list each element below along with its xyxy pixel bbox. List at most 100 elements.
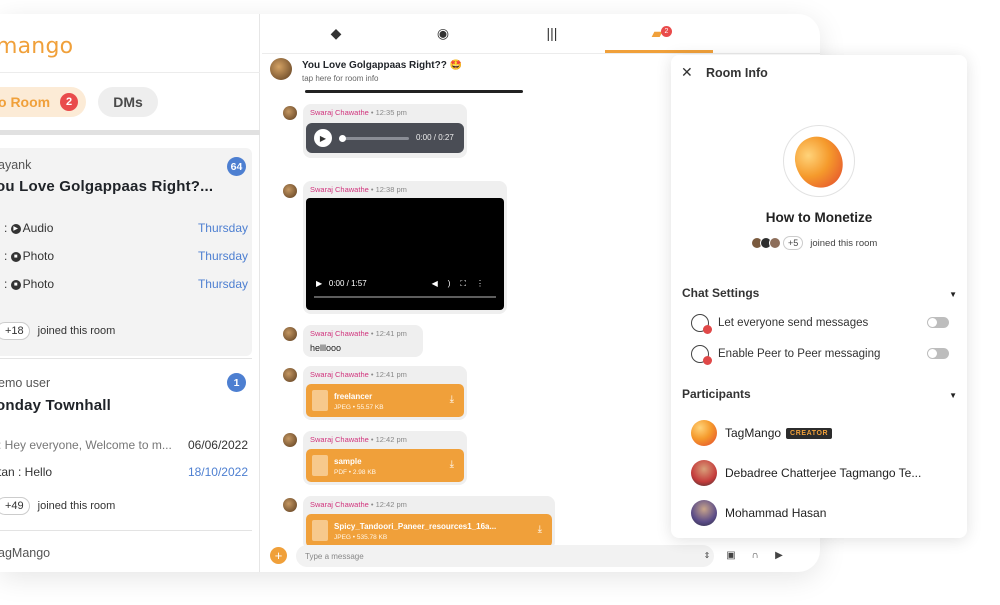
divider — [0, 72, 260, 73]
active-tab-indicator — [605, 50, 713, 53]
participant-name: Debadree Chatterjee Tagmango Te... — [725, 466, 922, 480]
message-time: 12:41 pm — [375, 329, 407, 338]
horizontal-scrollbar[interactable] — [0, 130, 260, 135]
tab-rooms-label: o Room — [0, 94, 51, 110]
activity-date: Thursday — [197, 249, 248, 263]
message-time: 12:38 pm — [375, 185, 407, 194]
video-controls[interactable]: ▶ 0:00 / 1:57 — [316, 279, 367, 288]
room-title: onday Townhall — [0, 397, 112, 414]
audio-player[interactable]: ▶ 0:00 / 0:27 — [306, 123, 464, 153]
image-icon[interactable]: ▣ — [724, 548, 738, 562]
room-card[interactable]: agMango — [0, 538, 252, 572]
video-progress[interactable] — [314, 296, 496, 298]
file-meta: JPEG • 535.78 KB — [334, 534, 388, 541]
brand-logo: mango — [0, 34, 74, 59]
joined-row: +49 joined this room — [0, 497, 115, 515]
activity-text: tan : Hello — [0, 465, 53, 479]
message-time: 12:42 pm — [375, 500, 407, 509]
layers-icon[interactable]: ◆ — [327, 24, 345, 42]
scroll-arrows-icon[interactable]: ⇕ — [700, 548, 714, 562]
room-activity-row: j : ▶Audio Thursday — [0, 221, 248, 235]
video-icon[interactable]: ▶ — [772, 548, 786, 562]
activity-type: Photo — [22, 249, 55, 263]
participant-row[interactable]: Mohammad Hasan — [691, 500, 826, 526]
room-title: ou Love Golgappaas Right?... — [0, 178, 214, 195]
file-icon — [312, 455, 328, 476]
message-meta: Swaraj Chawathe • 12:41 pm — [310, 370, 407, 379]
file-name: freelancer — [334, 392, 373, 401]
sender-avatar — [283, 327, 297, 341]
play-icon: ▶ — [10, 223, 21, 234]
room-card[interactable]: ayank 64 ou Love Golgappaas Right?... j … — [0, 148, 252, 356]
toggle-switch[interactable] — [927, 348, 949, 359]
audio-time: 0:00 / 0:27 — [416, 133, 454, 142]
message-bubble: Swaraj Chawathe • 12:41 pm helllooo — [303, 325, 423, 357]
tab-dms[interactable]: DMs — [98, 87, 158, 117]
caret-down-icon[interactable]: ▼ — [949, 290, 957, 299]
toggle-switch[interactable] — [927, 317, 949, 328]
tab-rooms[interactable]: o Room 2 — [0, 87, 86, 117]
joined-row: +18 joined this room — [0, 322, 115, 340]
download-icon[interactable]: ⤓ — [450, 394, 454, 405]
file-icon — [312, 390, 328, 411]
notification-badge: 2 — [661, 26, 672, 37]
volume-fullscreen-menu-icons[interactable]: ◀)⛶⋮ — [432, 279, 494, 289]
audio-knob[interactable] — [339, 135, 346, 142]
chat-restrict-icon — [691, 345, 712, 365]
download-icon[interactable]: ⤓ — [450, 459, 454, 470]
room-last-sender: emo user — [0, 376, 51, 390]
message-bubble: Swaraj Chawathe • 12:42 pm sample PDF • … — [303, 431, 467, 485]
compass-icon[interactable]: ◉ — [434, 24, 452, 42]
joined-text: joined this room — [37, 325, 116, 337]
unread-badge: 1 — [227, 373, 246, 392]
video-player[interactable]: ▶ 0:00 / 1:57 ◀)⛶⋮ — [306, 198, 504, 310]
participant-row[interactable]: TagMango CREATOR — [691, 420, 833, 446]
sender-name: Swaraj Chawathe — [310, 500, 369, 509]
message-time: 12:41 pm — [375, 370, 407, 379]
download-icon[interactable]: ⤓ — [538, 524, 542, 535]
sender-avatar — [283, 498, 297, 512]
activity-date: Thursday — [197, 277, 248, 291]
message-time: 12:42 pm — [375, 435, 407, 444]
setting-label: Let everyone send messages — [718, 317, 869, 329]
sender-avatar — [283, 368, 297, 382]
activity-sender: j : — [0, 221, 8, 235]
participant-row[interactable]: Debadree Chatterjee Tagmango Te... — [691, 460, 921, 486]
room-card[interactable]: emo user 1 onday Townhall : Hey everyone… — [0, 366, 252, 526]
participant-name: TagMango — [725, 426, 782, 440]
library-icon[interactable]: ||| — [541, 24, 563, 42]
play-icon[interactable]: ▶ — [314, 129, 332, 147]
headphones-icon[interactable]: ∩ — [748, 548, 762, 562]
chat-settings-title[interactable]: Chat Settings — [682, 286, 759, 300]
file-attachment[interactable]: freelancer JPEG • 55.57 KB ⤓ — [306, 384, 464, 417]
room-name: How to Monetize — [765, 210, 873, 225]
message-meta: Swaraj Chawathe • 12:42 pm — [310, 500, 407, 509]
message-meta: Swaraj Chawathe • 12:38 pm — [310, 185, 407, 194]
chat-subtitle: tap here for room info — [302, 74, 379, 83]
setting-row: Let everyone send messages — [691, 314, 949, 334]
message-bubble: Swaraj Chawathe • 12:41 pm freelancer JP… — [303, 366, 467, 420]
file-meta: PDF • 2.98 KB — [334, 469, 377, 476]
audio-progress[interactable] — [339, 137, 409, 140]
setting-row: Enable Peer to Peer messaging — [691, 345, 949, 365]
activity-date: 18/10/2022 — [187, 465, 248, 479]
room-last-sender: ayank — [0, 158, 32, 172]
star-eyes-emoji: 🤩 — [449, 60, 463, 71]
chat-title: You Love Golgappaas Right?? 🤩 — [302, 60, 462, 71]
room-info-title: Room Info — [706, 66, 768, 80]
message-meta: Swaraj Chawathe • 12:35 pm — [310, 108, 407, 117]
message-input[interactable] — [296, 545, 714, 567]
file-attachment[interactable]: sample PDF • 2.98 KB ⤓ — [306, 449, 464, 482]
participants-title[interactable]: Participants — [682, 387, 751, 401]
message-meta: Swaraj Chawathe • 12:42 pm — [310, 435, 407, 444]
sender-avatar — [283, 184, 297, 198]
file-icon — [312, 520, 328, 541]
add-attachment-button[interactable]: + — [270, 547, 287, 564]
room-activity-row: j : ■Photo Thursday — [0, 277, 248, 291]
caret-down-icon[interactable]: ▼ — [949, 391, 957, 400]
joined-count: +5 — [783, 236, 804, 250]
room-avatar — [783, 125, 855, 197]
setting-label: Enable Peer to Peer messaging — [718, 348, 881, 360]
close-icon[interactable]: ✕ — [681, 64, 693, 81]
sender-name: Swaraj Chawathe — [310, 435, 369, 444]
